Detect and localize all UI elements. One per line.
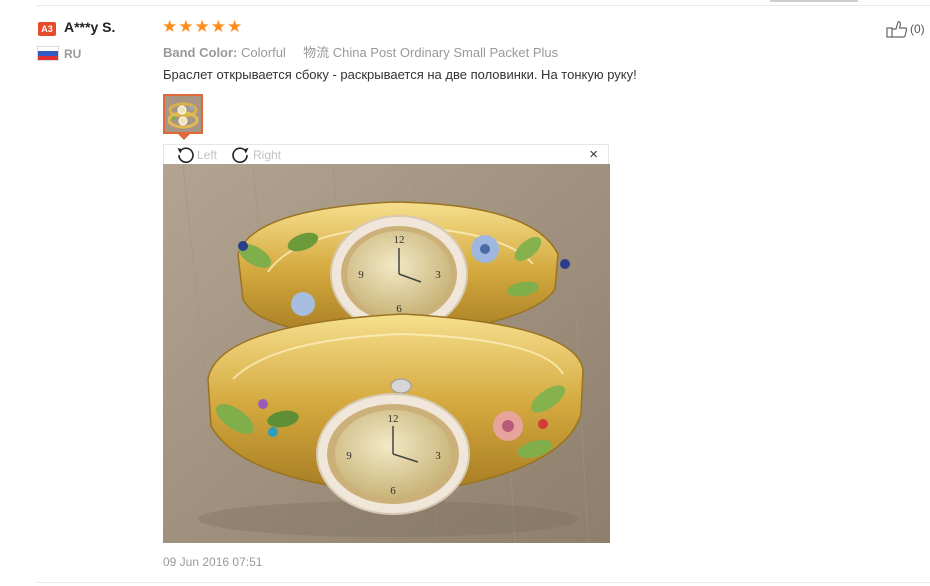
review-photo-thumbnail[interactable] [163,94,203,134]
helpful-count: (0) [910,22,925,36]
svg-text:12: 12 [394,234,405,246]
svg-text:3: 3 [435,450,441,462]
star-icon: ★ [210,17,226,36]
helpful-button[interactable]: (0) [886,20,925,38]
user-level-badge: A3 [38,22,56,36]
top-divider [36,5,930,6]
rotate-right-button[interactable]: Right [230,146,281,164]
svg-text:6: 6 [390,485,396,497]
attribute-key: Band Color: [163,45,238,60]
svg-text:3: 3 [435,269,441,281]
svg-text:6: 6 [396,303,402,315]
star-rating: ★ ★ ★ ★ ★ [162,17,242,37]
photo-viewer-toolbar: Left Right × [163,144,609,164]
review-date: 09 Jun 2016 07:51 [163,555,263,569]
svg-text:9: 9 [346,450,352,462]
attribute-value: Colorful [241,45,286,60]
reviewer-country: RU [64,47,82,61]
star-icon: ★ [162,17,178,36]
thumbnail-caret [178,134,190,140]
bottom-divider [36,582,930,583]
flag-stripe-red [38,55,58,60]
rotate-right-icon [232,147,249,163]
star-icon: ★ [178,17,194,36]
thumbnail-image [165,96,201,132]
rotate-left-label: Left [197,148,218,162]
review-photo-large: 12 3 6 9 12 3 6 9 [163,164,610,543]
rotate-left-icon [177,147,194,163]
star-icon: ★ [194,17,210,36]
flag-icon [38,47,58,60]
attribute-key: 物流 [303,45,330,60]
close-icon[interactable]: × [589,145,598,165]
rotate-right-label: Right [253,148,282,162]
attribute-value: China Post Ordinary Small Packet Plus [332,45,559,60]
star-icon: ★ [227,17,243,36]
top-divider-accent [770,0,858,2]
review-text: Браслет открывается сбоку - раскрывается… [163,67,637,82]
order-attributes: Band Color: Colorful 物流 China Post Ordin… [163,42,558,61]
reviewer-name: A***y S. [64,19,116,35]
watch-bracelets-photo: 12 3 6 9 12 3 6 9 [163,164,610,543]
svg-text:9: 9 [358,269,364,281]
rotate-left-button[interactable]: Left [174,146,217,164]
thumbs-up-icon [886,21,908,38]
svg-text:12: 12 [388,413,399,425]
